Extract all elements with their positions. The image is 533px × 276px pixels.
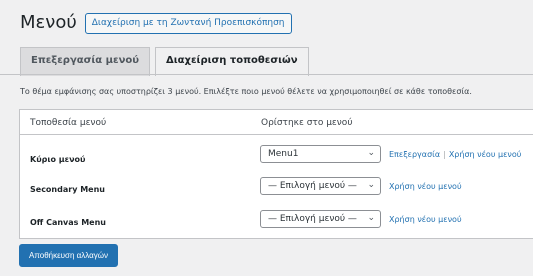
table-header-divider	[20, 134, 533, 135]
use-new-menu-link[interactable]: Χρήση νέου μενού	[389, 182, 462, 191]
row-actions-off-canvas: Χρήση νέου μενού	[389, 215, 462, 224]
use-new-menu-link[interactable]: Χρήση νέου μενού	[449, 150, 522, 159]
menu-select-primary[interactable]: Menu1 ⌄	[260, 145, 381, 163]
chevron-down-icon: ⌄	[367, 180, 375, 190]
menu-select-off-canvas[interactable]: — Επιλογή μενού — ⌄	[260, 210, 381, 228]
use-new-menu-link[interactable]: Χρήση νέου μενού	[389, 215, 462, 224]
column-header-location: Τοποθεσία μενού	[30, 118, 107, 128]
edit-menu-link[interactable]: Επεξεργασία	[389, 150, 440, 159]
page-title: Μενού	[20, 12, 77, 33]
column-header-assigned-menu: Ορίστηκε στο μενού	[261, 118, 353, 128]
tabs-divider	[0, 74, 533, 75]
location-label-off-canvas: Off Canvas Menu	[30, 218, 106, 227]
location-label-primary: Κύριο μενού	[30, 155, 86, 164]
tab-edit-menus[interactable]: Επεξεργασία μενού	[20, 47, 151, 76]
separator: |	[443, 150, 446, 159]
chevron-down-icon: ⌄	[367, 148, 375, 158]
page-header: Μενού Διαχείριση με τη Ζωντανή Προεπισκό…	[20, 12, 292, 34]
chevron-down-icon: ⌄	[367, 213, 375, 223]
tab-manage-locations[interactable]: Διαχείριση τοποθεσιών	[155, 47, 309, 76]
nav-tabs: Επεξεργασία μενού Διαχείριση τοποθεσιών	[20, 47, 309, 76]
menu-select-value: Menu1	[268, 149, 299, 159]
locations-description: Το θέμα εμφάνισης σας υποστηρίζει 3 μενο…	[20, 87, 472, 96]
row-actions-primary: Επεξεργασία | Χρήση νέου μενού	[389, 150, 521, 159]
manage-with-live-preview-button[interactable]: Διαχείριση με τη Ζωντανή Προεπισκόπηση	[84, 12, 292, 34]
menu-locations-table: Τοποθεσία μενού Ορίστηκε στο μενού Κύριο…	[19, 109, 533, 239]
save-changes-button[interactable]: Αποθήκευση αλλαγών	[19, 244, 119, 267]
menu-select-value: — Επιλογή μενού —	[268, 214, 357, 224]
menu-select-value: — Επιλογή μενού —	[268, 181, 357, 191]
menu-select-secondary[interactable]: — Επιλογή μενού — ⌄	[260, 177, 381, 195]
location-label-secondary: Secondary Menu	[30, 185, 105, 194]
row-actions-secondary: Χρήση νέου μενού	[389, 182, 462, 191]
